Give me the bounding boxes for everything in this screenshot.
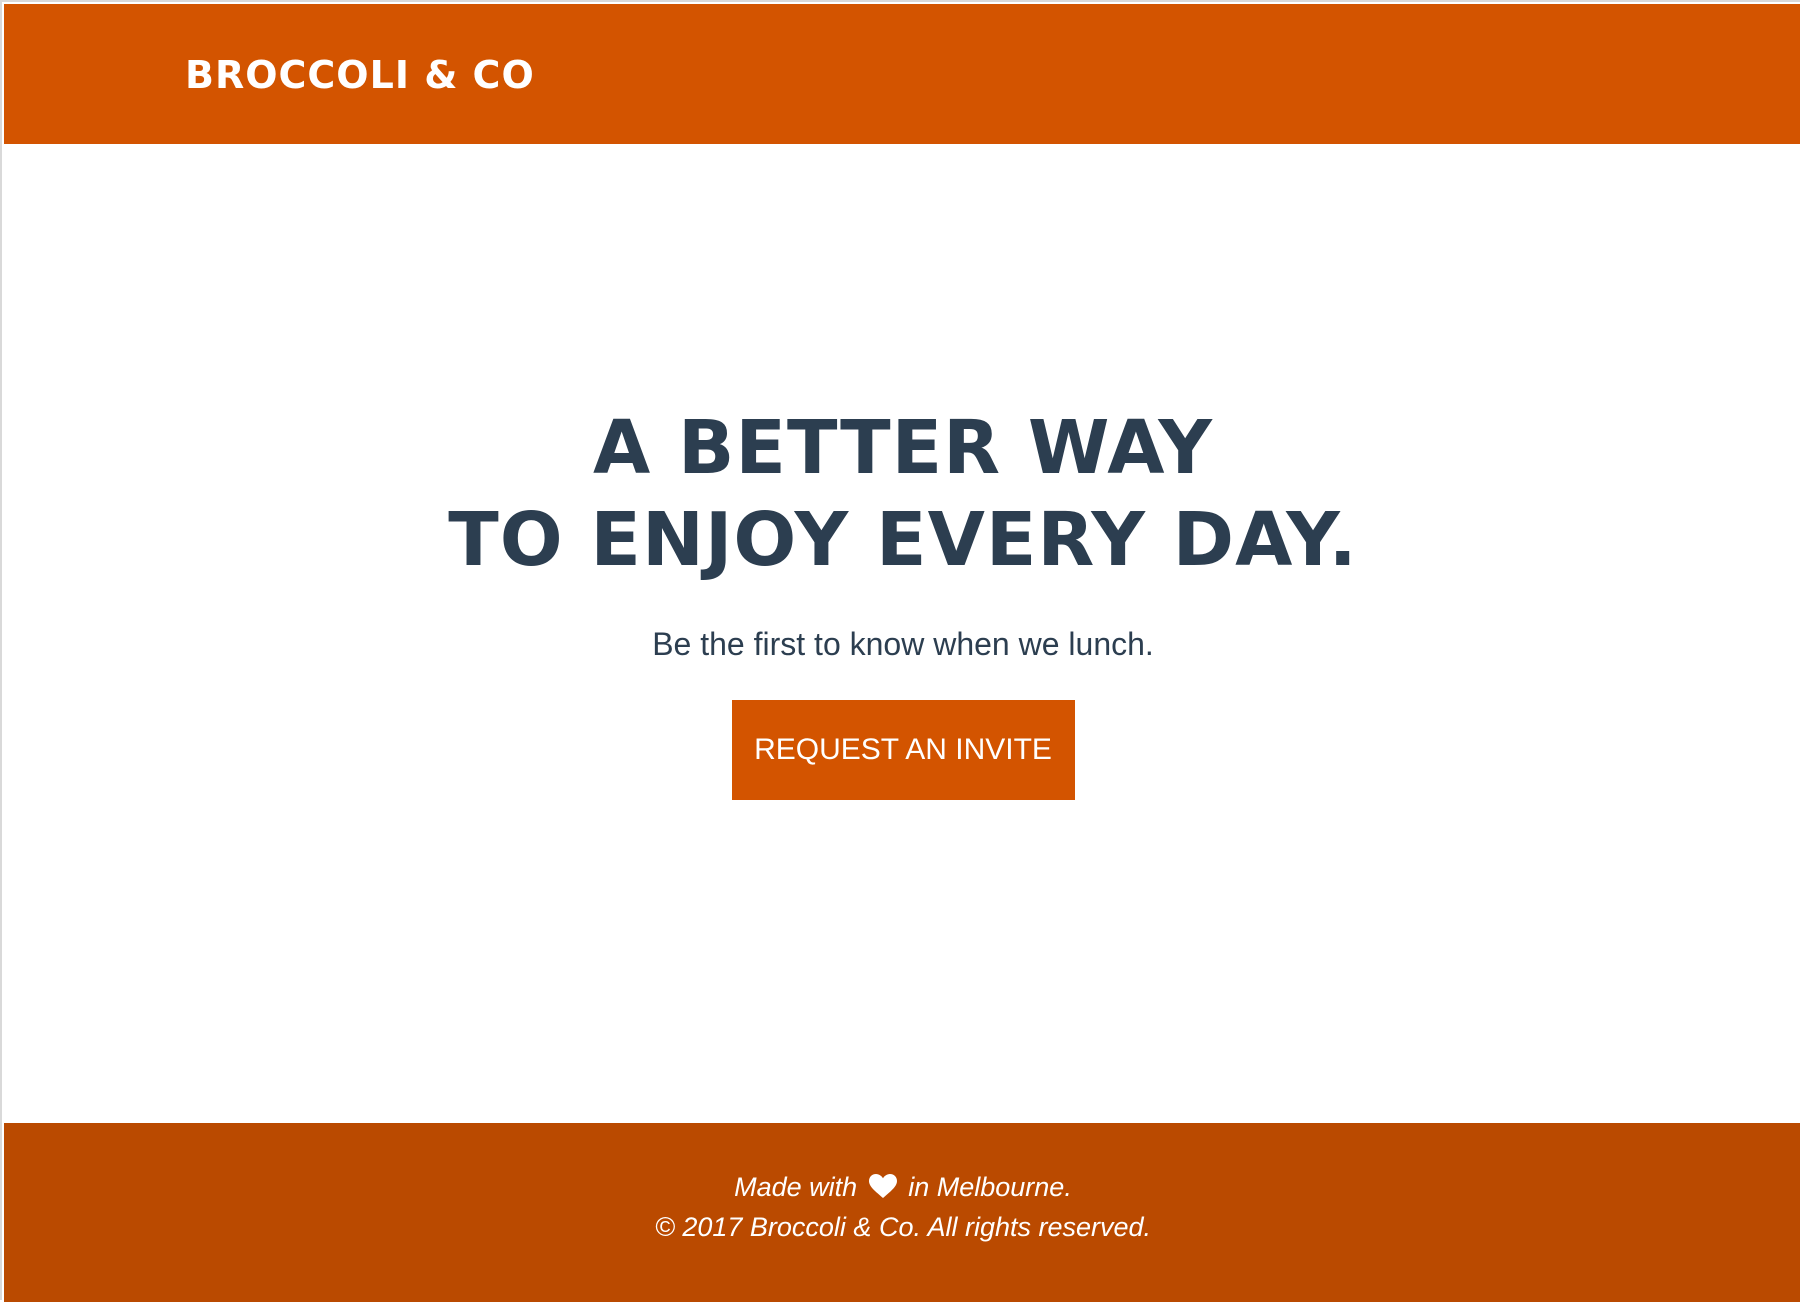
- footer-made-prefix: Made with: [734, 1172, 858, 1202]
- page: BROCCOLI & CO A BETTER WAY TO ENJOY EVER…: [0, 0, 1800, 1302]
- request-invite-button[interactable]: REQUEST AN INVITE: [731, 700, 1075, 800]
- hero-section: A BETTER WAY TO ENJOY EVERY DAY. Be the …: [4, 402, 1800, 800]
- footer-copyright: © 2017 Broccoli & Co. All rights reserve…: [654, 1212, 1152, 1242]
- hero-headline: A BETTER WAY TO ENJOY EVERY DAY.: [4, 402, 1800, 586]
- hero-headline-line2: TO ENJOY EVERY DAY.: [448, 497, 1358, 583]
- hero-subline: Be the first to know when we lunch.: [652, 626, 1154, 662]
- footer-made-suffix: in Melbourne.: [908, 1172, 1072, 1202]
- brand-logo[interactable]: BROCCOLI & CO: [185, 52, 535, 98]
- hero-headline-line1: A BETTER WAY: [592, 405, 1213, 491]
- footer-bar: Made with in Melbourne. © 2017 Broccoli …: [4, 1123, 1800, 1302]
- heart-icon: [868, 1174, 897, 1199]
- footer-text: Made with in Melbourne. © 2017 Broccoli …: [4, 1167, 1800, 1247]
- header-bar: BROCCOLI & CO: [4, 4, 1800, 144]
- footer-made-with: Made with in Melbourne.: [4, 1167, 1800, 1207]
